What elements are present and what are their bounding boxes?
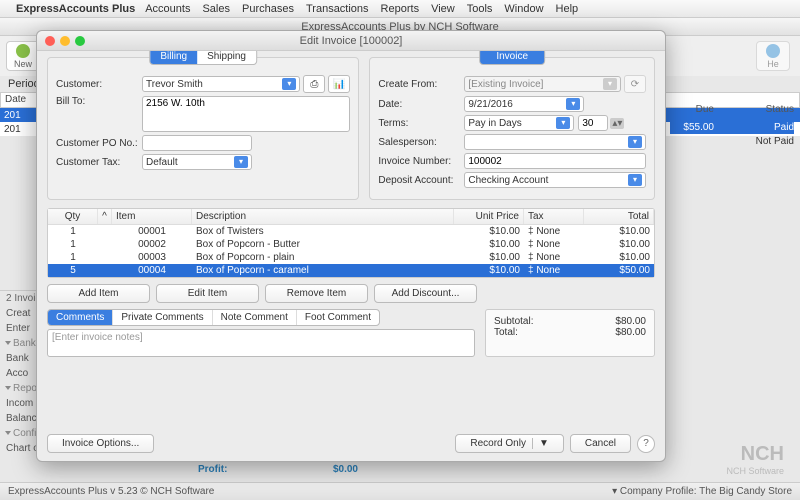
- app-name[interactable]: ExpressAccounts Plus: [16, 3, 135, 15]
- dialog-title: Edit Invoice [100002]: [37, 35, 665, 47]
- billing-shipping-tabs[interactable]: Billing Shipping: [149, 51, 257, 65]
- menu-accounts[interactable]: Accounts: [145, 3, 190, 15]
- col-date: Date: [1, 93, 41, 107]
- createfrom-label: Create From:: [378, 79, 464, 90]
- mac-menubar: ExpressAccounts Plus Accounts Sales Purc…: [0, 0, 800, 18]
- createfrom-combo[interactable]: [Existing Invoice]▾: [464, 76, 621, 92]
- chart-icon[interactable]: 📊: [328, 75, 350, 93]
- menu-reports[interactable]: Reports: [381, 3, 420, 15]
- terms-combo[interactable]: Pay in Days▾: [464, 115, 574, 131]
- menu-window[interactable]: Window: [504, 3, 543, 15]
- menu-purchases[interactable]: Purchases: [242, 3, 294, 15]
- table-row[interactable]: 500004Box of Popcorn - caramel$10.00‡ No…: [48, 264, 654, 277]
- add-item-button[interactable]: Add Item: [47, 284, 150, 303]
- zoom-icon[interactable]: [75, 36, 85, 46]
- minimize-icon[interactable]: [60, 36, 70, 46]
- salesperson-label: Salesperson:: [378, 137, 464, 148]
- remove-item-button[interactable]: Remove Item: [265, 284, 368, 303]
- menu-sales[interactable]: Sales: [202, 3, 230, 15]
- print-icon[interactable]: ⎙: [303, 75, 325, 93]
- tab-foot-comment[interactable]: Foot Comment: [297, 310, 379, 325]
- help-icon[interactable]: ?: [637, 435, 655, 453]
- date-label: Date:: [378, 99, 464, 110]
- chevron-down-icon: ▾: [234, 156, 248, 168]
- nch-logo: NCHNCH Software: [726, 443, 784, 476]
- edit-item-button[interactable]: Edit Item: [156, 284, 259, 303]
- menu-view[interactable]: View: [431, 3, 455, 15]
- menu-transactions[interactable]: Transactions: [306, 3, 369, 15]
- comments-field[interactable]: [Enter invoice notes]: [47, 329, 475, 357]
- billto-field[interactable]: 2156 W. 10th: [142, 96, 350, 132]
- record-button[interactable]: Record Only▼: [455, 434, 563, 453]
- po-field[interactable]: [142, 135, 252, 151]
- salesperson-combo[interactable]: ▾: [464, 134, 646, 150]
- billing-panel: Billing Shipping Customer: Trevor Smith▾…: [47, 57, 359, 200]
- po-label: Customer PO No.:: [56, 138, 142, 149]
- tax-label: Customer Tax:: [56, 157, 142, 168]
- billto-label: Bill To:: [56, 96, 142, 107]
- new-button[interactable]: New: [6, 41, 40, 71]
- tax-combo[interactable]: Default▾: [142, 154, 252, 170]
- dialog-titlebar[interactable]: Edit Invoice [100002]: [37, 31, 665, 51]
- bg-right-cols: DueStatus $55.00Paid Not Paid: [670, 104, 794, 148]
- table-row[interactable]: 100001Box of Twisters$10.00‡ None$10.00: [48, 225, 654, 238]
- chevron-down-icon: ▾: [566, 98, 580, 110]
- version-text: ExpressAccounts Plus v 5.23 © NCH Softwa…: [8, 486, 214, 497]
- terms-days-field[interactable]: [578, 115, 608, 131]
- table-row[interactable]: 100003Box of Popcorn - plain$10.00‡ None…: [48, 251, 654, 264]
- invoice-meta-panel: Invoice Create From: [Existing Invoice]▾…: [369, 57, 655, 200]
- deposit-label: Deposit Account:: [378, 175, 464, 186]
- cancel-button[interactable]: Cancel: [570, 434, 631, 453]
- tab-shipping[interactable]: Shipping: [197, 51, 256, 64]
- menu-help[interactable]: Help: [556, 3, 579, 15]
- invno-label: Invoice Number:: [378, 156, 464, 167]
- tab-comments[interactable]: Comments: [48, 310, 113, 325]
- deposit-combo[interactable]: Checking Account▾: [464, 172, 646, 188]
- invoice-tab[interactable]: Invoice: [479, 51, 545, 65]
- refresh-icon[interactable]: ⟳: [624, 75, 646, 93]
- invoice-options-button[interactable]: Invoice Options...: [47, 434, 154, 453]
- line-items-table: Qty^ Item Description Unit Price Tax Tot…: [47, 208, 655, 278]
- chevron-down-icon: ▾: [282, 78, 296, 90]
- date-field[interactable]: 9/21/2016▾: [464, 96, 584, 112]
- close-icon[interactable]: [45, 36, 55, 46]
- menu-tools[interactable]: Tools: [467, 3, 493, 15]
- edit-invoice-dialog: Edit Invoice [100002] Billing Shipping C…: [36, 30, 666, 462]
- tab-note-comment[interactable]: Note Comment: [213, 310, 297, 325]
- customer-combo[interactable]: Trevor Smith▾: [142, 76, 300, 92]
- add-discount-button[interactable]: Add Discount...: [374, 284, 477, 303]
- invno-field[interactable]: [464, 153, 646, 169]
- status-bar: ExpressAccounts Plus v 5.23 © NCH Softwa…: [0, 482, 800, 500]
- dialog-footer: Invoice Options... Record Only▼ Cancel ?: [37, 434, 665, 461]
- table-row[interactable]: 100002Box of Popcorn - Butter$10.00‡ Non…: [48, 238, 654, 251]
- totals-panel: Subtotal:$80.00 Total:$80.00: [485, 309, 655, 357]
- company-profile: ▾ Company Profile: The Big Candy Store: [612, 486, 792, 497]
- tab-private-comments[interactable]: Private Comments: [113, 310, 212, 325]
- help-button[interactable]: He: [756, 41, 790, 71]
- terms-label: Terms:: [378, 118, 464, 129]
- customer-label: Customer:: [56, 79, 142, 90]
- items-header[interactable]: Qty^ Item Description Unit Price Tax Tot…: [48, 209, 654, 225]
- comment-tabs[interactable]: Comments Private Comments Note Comment F…: [47, 309, 380, 326]
- tab-billing[interactable]: Billing: [150, 51, 197, 64]
